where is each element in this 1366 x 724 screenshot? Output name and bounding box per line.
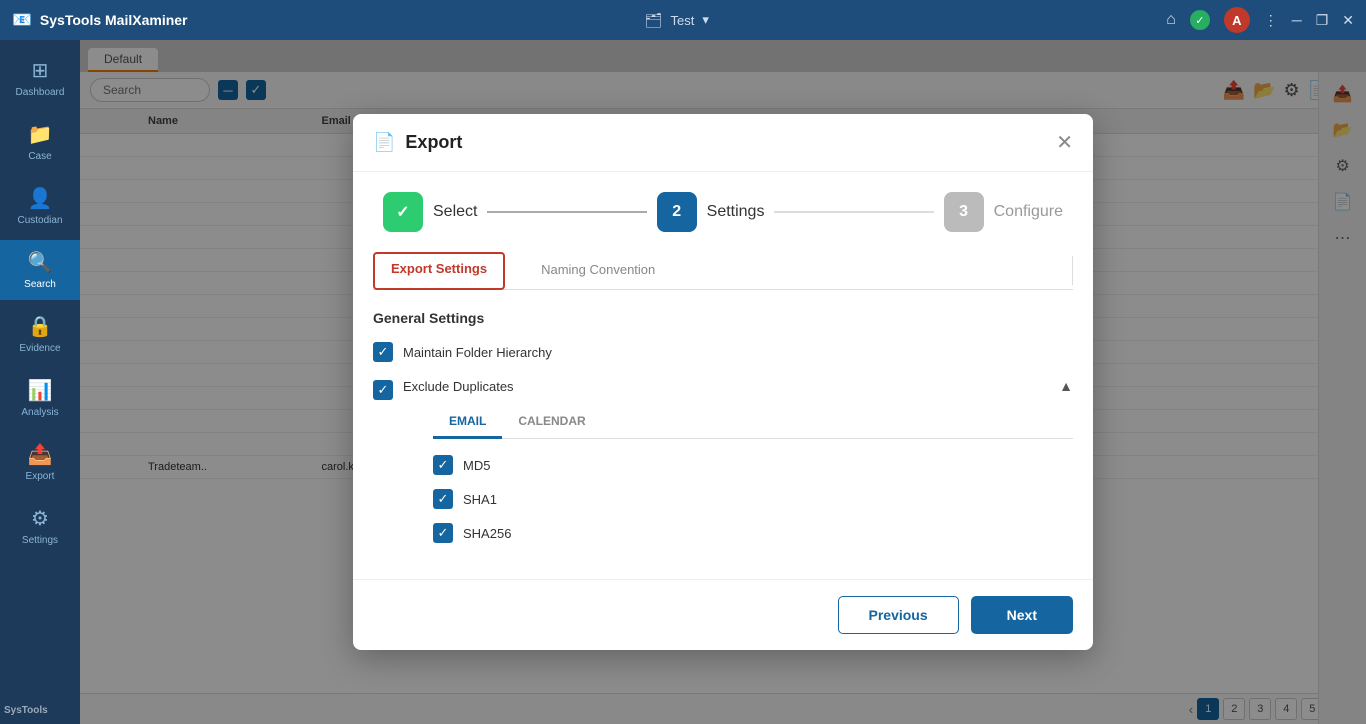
minimize-icon[interactable]: ─ — [1292, 12, 1302, 28]
sidebar-label-dashboard: Dashboard — [16, 87, 65, 98]
app-icon: 📧 — [12, 10, 32, 30]
project-icon: 🗂 — [645, 12, 663, 29]
sub-tab-export-settings[interactable]: Export Settings — [373, 252, 505, 290]
evidence-icon: 🔒 — [28, 314, 53, 339]
next-button[interactable]: Next — [971, 596, 1073, 634]
main-layout: ⊞ Dashboard 📁 Case 👤 Custodian 🔍 Search … — [0, 40, 1366, 724]
sidebar-label-evidence: Evidence — [19, 343, 60, 354]
export-dialog: 📄 Export ✕ ✓ Select 2 Settings — [353, 114, 1093, 650]
sidebar-label-custodian: Custodian — [17, 215, 62, 226]
project-info: 🗂 Test ▾ — [645, 12, 709, 29]
custodian-icon: 👤 — [28, 186, 53, 211]
dialog-header: 📄 Export ✕ — [353, 114, 1093, 172]
status-icon: ✓ — [1190, 10, 1210, 30]
sidebar-label-search: Search — [24, 279, 56, 290]
step-line-2 — [774, 211, 933, 213]
app-title: SysTools MailXaminer — [40, 12, 188, 28]
sha1-label: SHA1 — [463, 492, 497, 507]
sha256-checkbox[interactable]: ✓ — [433, 523, 453, 543]
export-icon: 📤 — [28, 442, 53, 467]
maintain-folder-hierarchy-label: Maintain Folder Hierarchy — [403, 345, 552, 360]
maintain-folder-hierarchy-checkbox[interactable]: ✓ — [373, 342, 393, 362]
case-icon: 📁 — [28, 122, 53, 147]
sub-tabs: Export Settings Naming Convention — [373, 252, 1073, 290]
hash-row-sha256: ✓ SHA256 — [433, 523, 1073, 543]
inner-tabs: EMAIL CALENDAR — [433, 406, 1073, 439]
search-icon: 🔍 — [28, 250, 53, 275]
sidebar-item-analysis[interactable]: 📊 Analysis — [0, 368, 80, 428]
sha256-label: SHA256 — [463, 526, 511, 541]
exclude-duplicates-checkbox[interactable]: ✓ — [373, 380, 393, 400]
brand: SysTools — [4, 705, 48, 716]
close-icon[interactable]: ✕ — [1342, 12, 1354, 29]
sha1-checkbox[interactable]: ✓ — [433, 489, 453, 509]
step-label-settings: Settings — [707, 203, 765, 221]
more-icon[interactable]: ⋮ — [1264, 12, 1278, 29]
inner-tab-calendar[interactable]: CALENDAR — [502, 406, 601, 439]
step-label-select: Select — [433, 203, 477, 221]
sidebar-label-settings: Settings — [22, 535, 58, 546]
sidebar-label-export: Export — [26, 471, 55, 482]
hash-row-md5: ✓ MD5 — [433, 455, 1073, 475]
titlebar-icons: ⌂ ✓ ✓A ⋮ ─ ❐ ✕ — [1166, 7, 1354, 33]
step-line-1 — [487, 211, 646, 213]
dialog-close-button[interactable]: ✕ — [1056, 130, 1073, 155]
sidebar-item-evidence[interactable]: 🔒 Evidence — [0, 304, 80, 364]
dropdown-icon[interactable]: ▾ — [702, 12, 709, 28]
sub-tab-divider — [1072, 256, 1073, 285]
dashboard-icon: ⊞ — [32, 58, 49, 83]
inner-tab-email[interactable]: EMAIL — [433, 406, 502, 439]
sidebar-item-dashboard[interactable]: ⊞ Dashboard — [0, 48, 80, 108]
md5-checkbox[interactable]: ✓ — [433, 455, 453, 475]
sidebar-item-custodian[interactable]: 👤 Custodian — [0, 176, 80, 236]
general-settings-title: General Settings — [373, 310, 1073, 326]
step-select: ✓ Select — [383, 192, 477, 232]
sidebar-item-export[interactable]: 📤 Export — [0, 432, 80, 492]
titlebar: 📧 SysTools MailXaminer 🗂 Test ▾ ⌂ ✓ ✓A ⋮… — [0, 0, 1366, 40]
dialog-title: Export — [405, 132, 1046, 153]
sidebar-label-analysis: Analysis — [21, 407, 58, 418]
sub-tab-naming-convention[interactable]: Naming Convention — [521, 252, 675, 290]
step-circle-configure: 3 — [944, 192, 984, 232]
md5-label: MD5 — [463, 458, 490, 473]
dialog-overlay: 📄 Export ✕ ✓ Select 2 Settings — [80, 40, 1366, 724]
step-circle-select: ✓ — [383, 192, 423, 232]
sidebar-item-case[interactable]: 📁 Case — [0, 112, 80, 172]
stepper: ✓ Select 2 Settings 3 Configure — [353, 172, 1093, 252]
dialog-header-icon: 📄 — [373, 132, 395, 153]
project-name: Test — [671, 13, 695, 28]
sidebar: ⊞ Dashboard 📁 Case 👤 Custodian 🔍 Search … — [0, 40, 80, 724]
avatar[interactable]: ✓A — [1224, 7, 1250, 33]
previous-button[interactable]: Previous — [838, 596, 959, 634]
hash-options: ✓ MD5 ✓ SHA1 ✓ SHA256 — [433, 455, 1073, 543]
sidebar-item-settings[interactable]: ⚙ Settings — [0, 496, 80, 556]
exclude-duplicates-label: Exclude Duplicates — [403, 379, 514, 394]
dialog-footer: Previous Next — [353, 579, 1093, 650]
exclude-duplicates-section: Exclude Duplicates ▲ EMAIL CALEND — [403, 378, 1073, 543]
step-settings: 2 Settings — [657, 192, 765, 232]
maximize-icon[interactable]: ❐ — [1316, 12, 1329, 29]
analysis-icon: 📊 — [28, 378, 53, 403]
maintain-folder-hierarchy-row: ✓ Maintain Folder Hierarchy — [373, 342, 1073, 362]
step-configure: 3 Configure — [944, 192, 1063, 232]
content-area: Default ─ ✓ 📤 📂 ⚙ 📄 ⋯ — [80, 40, 1366, 724]
dialog-content: Export Settings Naming Convention Genera… — [353, 252, 1093, 559]
settings-icon: ⚙ — [31, 506, 49, 531]
sidebar-label-case: Case — [28, 151, 51, 162]
step-circle-settings: 2 — [657, 192, 697, 232]
general-settings-section: General Settings ✓ Maintain Folder Hiera… — [373, 310, 1073, 543]
step-label-configure: Configure — [994, 203, 1063, 221]
home-icon[interactable]: ⌂ — [1166, 11, 1176, 29]
sidebar-item-search[interactable]: 🔍 Search — [0, 240, 80, 300]
hash-row-sha1: ✓ SHA1 — [433, 489, 1073, 509]
collapse-button[interactable]: ▲ — [1059, 378, 1073, 394]
exclude-duplicates-row: ✓ Exclude Duplicates ▲ EMAIL — [373, 378, 1073, 543]
